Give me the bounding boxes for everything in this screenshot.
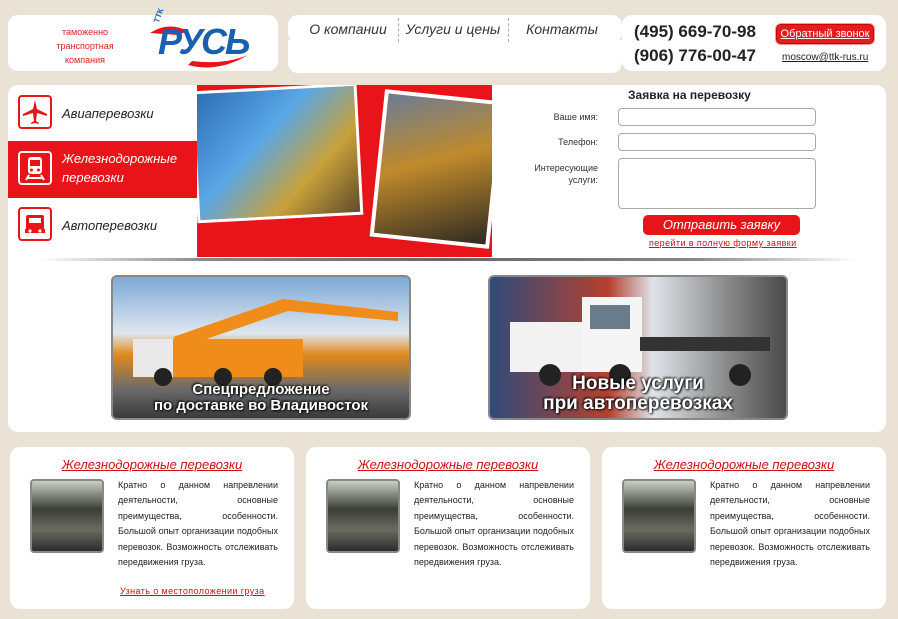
phone-input[interactable] [618, 133, 816, 151]
company-logo[interactable]: ТТК РУСЬ [148, 7, 256, 69]
photo-bus [197, 85, 364, 224]
logo-text: РУСЬ [158, 21, 251, 62]
promo-auto-caption: Новые услуги при автоперевозках [490, 374, 786, 414]
card-truck-image [30, 479, 104, 553]
card-truck-image [622, 479, 696, 553]
white-truck-image [510, 297, 770, 386]
service-photos [197, 85, 492, 257]
services-label: Интересующие услуги: [534, 163, 598, 185]
card-text: Кратно о данном напревлении деятельности… [710, 480, 870, 568]
card-rail-1: Железнодорожные перевозки Кратно о данно… [10, 447, 294, 609]
logo-tagline: таможенно транспортная компания [56, 27, 114, 65]
airplane-icon [18, 95, 52, 129]
promo-auto-line1: Новые услуги [572, 373, 704, 394]
nav-item-about[interactable]: О компании [298, 15, 398, 43]
name-input[interactable] [618, 108, 816, 126]
promo-auto-services[interactable]: Новые услуги при автоперевозках [488, 275, 788, 420]
card-rail-2: Железнодорожные перевозки Кратно о данно… [306, 447, 590, 609]
form-title: Заявка на перевозку [628, 88, 751, 102]
nav-tab-bottom [288, 40, 622, 73]
cargo-location-link[interactable]: Узнать о местоположении груза [120, 586, 265, 596]
card-truck-image [326, 479, 400, 553]
full-form-link[interactable]: перейти в полную форму заявки [649, 238, 797, 248]
promo-vladivostok-line2: по доставке во Владивосток [153, 397, 369, 414]
submit-button[interactable]: Отправить заявку [643, 215, 800, 235]
service-auto-label: Автоперевозки [62, 218, 158, 233]
nav-item-services[interactable]: Услуги и цены [400, 15, 506, 43]
logo-panel: таможенно транспортная компания ТТК РУСЬ [8, 7, 278, 71]
phone-number-2: (906) 776-00-47 [634, 46, 756, 65]
train-icon [18, 151, 52, 185]
section-divider [38, 258, 858, 261]
card-title[interactable]: Железнодорожные перевозки [306, 457, 590, 472]
card-title[interactable]: Железнодорожные перевозки [10, 457, 294, 472]
nav-item-contacts[interactable]: Контакты [510, 15, 614, 43]
card-title[interactable]: Железнодорожные перевозки [602, 457, 886, 472]
email-link[interactable]: moscow@ttk-rus.ru [782, 52, 868, 63]
nav-divider [508, 18, 509, 42]
promo-vladivostok-caption: Спецпредложение по доставке во Владивост… [113, 382, 409, 414]
concrete-pump-truck-image [133, 299, 398, 386]
main-nav: О компании Услуги и цены Контакты [288, 15, 622, 43]
phone-number-1: (495) 669-70-98 [634, 22, 756, 41]
truck-icon [18, 207, 52, 241]
card-rail-3: Железнодорожные перевозки Кратно о данно… [602, 447, 886, 609]
main-panel: Авиаперевозки Железнодорожные перевозки [8, 85, 886, 432]
promo-vladivostok[interactable]: Спецпредложение по доставке во Владивост… [111, 275, 411, 420]
services-textarea[interactable] [618, 158, 816, 209]
phone-label: Телефон: [558, 137, 598, 147]
card-text: Кратно о данном напревлении деятельности… [118, 480, 278, 568]
service-rail-label: Железнодорожные перевозки [62, 151, 178, 185]
photo-roller [369, 89, 492, 249]
service-rail[interactable]: Железнодорожные перевозки [8, 141, 197, 198]
nav-divider [398, 18, 399, 42]
name-label: Ваше имя: [553, 112, 598, 122]
card-text: Кратно о данном напревлении деятельности… [414, 480, 574, 568]
promo-vladivostok-line1: Спецпредложение [192, 381, 330, 398]
callback-button[interactable]: Обратный звонок [776, 24, 874, 44]
service-air-label: Авиаперевозки [62, 106, 154, 121]
promo-auto-line2: при автоперевозках [543, 393, 733, 414]
contact-panel: (495) 669-70-98 (906) 776-00-47 Обратный… [622, 15, 886, 71]
service-air[interactable]: Авиаперевозки [8, 85, 197, 142]
service-auto[interactable]: Автоперевозки [8, 197, 197, 254]
